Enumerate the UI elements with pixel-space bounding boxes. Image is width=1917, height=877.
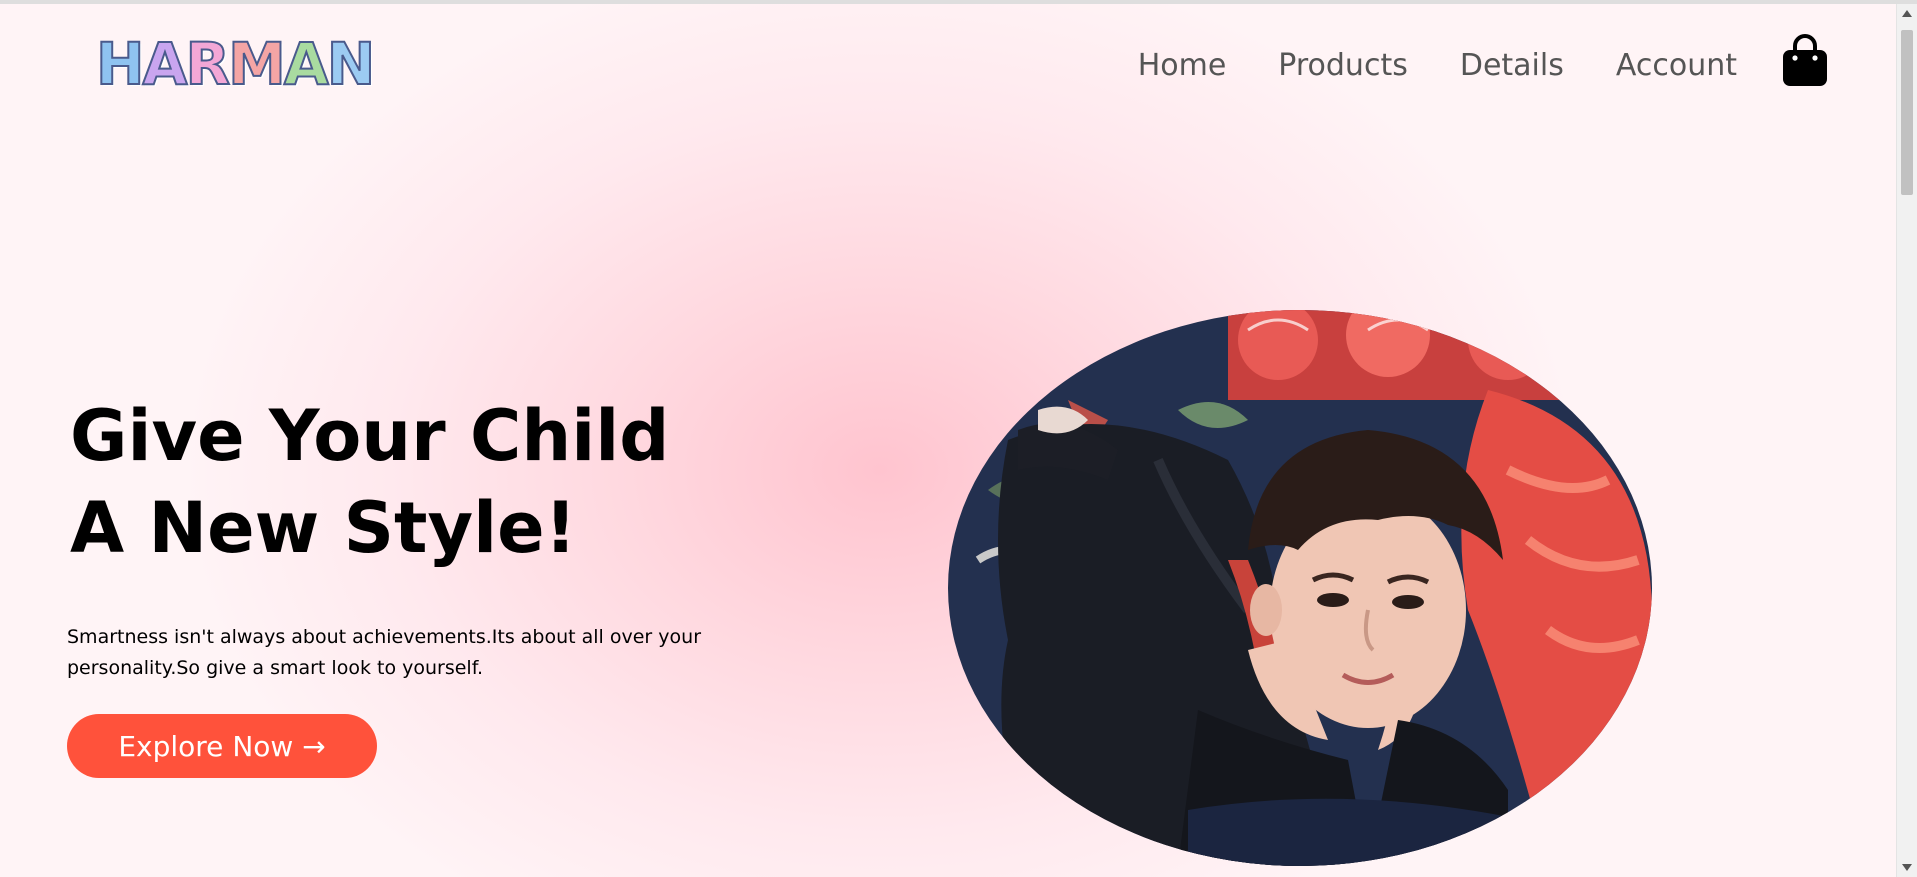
nav-details[interactable]: Details — [1460, 48, 1564, 83]
page: H A R M A N Home Products Details Accoun… — [0, 0, 1917, 877]
logo-letter-a: A — [142, 30, 189, 98]
hero-child-photo — [948, 310, 1652, 866]
scroll-up-arrow-icon[interactable] — [1902, 10, 1912, 17]
scroll-down-arrow-icon[interactable] — [1902, 864, 1912, 871]
explore-now-button[interactable]: Explore Now → — [67, 714, 377, 778]
logo-letter-m: M — [227, 30, 287, 98]
hero-headline-line1: Give Your Child — [70, 395, 670, 477]
logo-letter-a2: A — [283, 30, 330, 98]
scroll-thumb[interactable] — [1901, 30, 1913, 195]
logo-letter-n: N — [326, 30, 377, 98]
nav-home[interactable]: Home — [1138, 48, 1227, 83]
child-photo-illustration — [948, 310, 1652, 866]
nav-products[interactable]: Products — [1278, 48, 1408, 83]
logo[interactable]: H A R M A N — [95, 30, 377, 98]
logo-letter-h: H — [95, 30, 146, 98]
logo-letter-r: R — [184, 30, 231, 98]
hero-tagline: Smartness isn't always about achievement… — [67, 626, 702, 679]
nav-account[interactable]: Account — [1616, 48, 1737, 83]
cart-button[interactable] — [1780, 34, 1830, 88]
hero-headline-line2: A New Style! — [70, 487, 577, 569]
main-nav: Home Products Details Account — [1138, 48, 1737, 83]
shopping-bag-icon — [1783, 34, 1827, 86]
hero-headline: Give Your Child A New Style! — [70, 390, 790, 574]
page-scrollbar[interactable] — [1896, 4, 1917, 877]
browser-top-border — [0, 0, 1917, 4]
